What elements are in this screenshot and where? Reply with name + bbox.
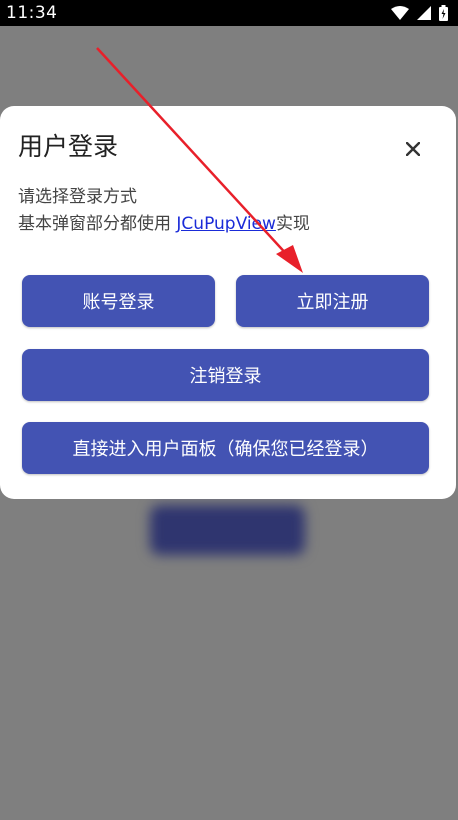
dialog-title: 用户登录 [18,132,119,161]
account-login-button[interactable]: 账号登录 [22,275,215,327]
description-line2-suffix: 实现 [275,214,310,234]
description-line2: 基本弹窗部分都使用 JCuPupView实现 [18,211,310,238]
description-line2-prefix: 基本弹窗部分都使用 [18,214,177,234]
close-button[interactable] [398,134,428,164]
wifi-icon [391,6,409,20]
description-line1: 请选择登录方式 [18,187,137,207]
status-time: 11:34 [6,3,58,23]
enter-user-panel-button[interactable]: 直接进入用户面板（确保您已经登录） [22,422,429,474]
background-blurred-button [150,505,305,555]
register-now-button[interactable]: 立即注册 [236,275,429,327]
status-icons [391,5,448,21]
logout-button[interactable]: 注销登录 [22,349,429,401]
status-bar: 11:34 [0,0,458,26]
battery-icon [439,5,448,21]
close-icon [406,142,420,156]
login-dialog: 用户登录 请选择登录方式 基本弹窗部分都使用 JCuPupView实现 账号登录… [0,106,456,499]
signal-icon [417,6,431,20]
dialog-description: 请选择登录方式 基本弹窗部分都使用 JCuPupView实现 [18,184,310,238]
jcupupview-link[interactable]: JCuPupView [176,214,276,234]
